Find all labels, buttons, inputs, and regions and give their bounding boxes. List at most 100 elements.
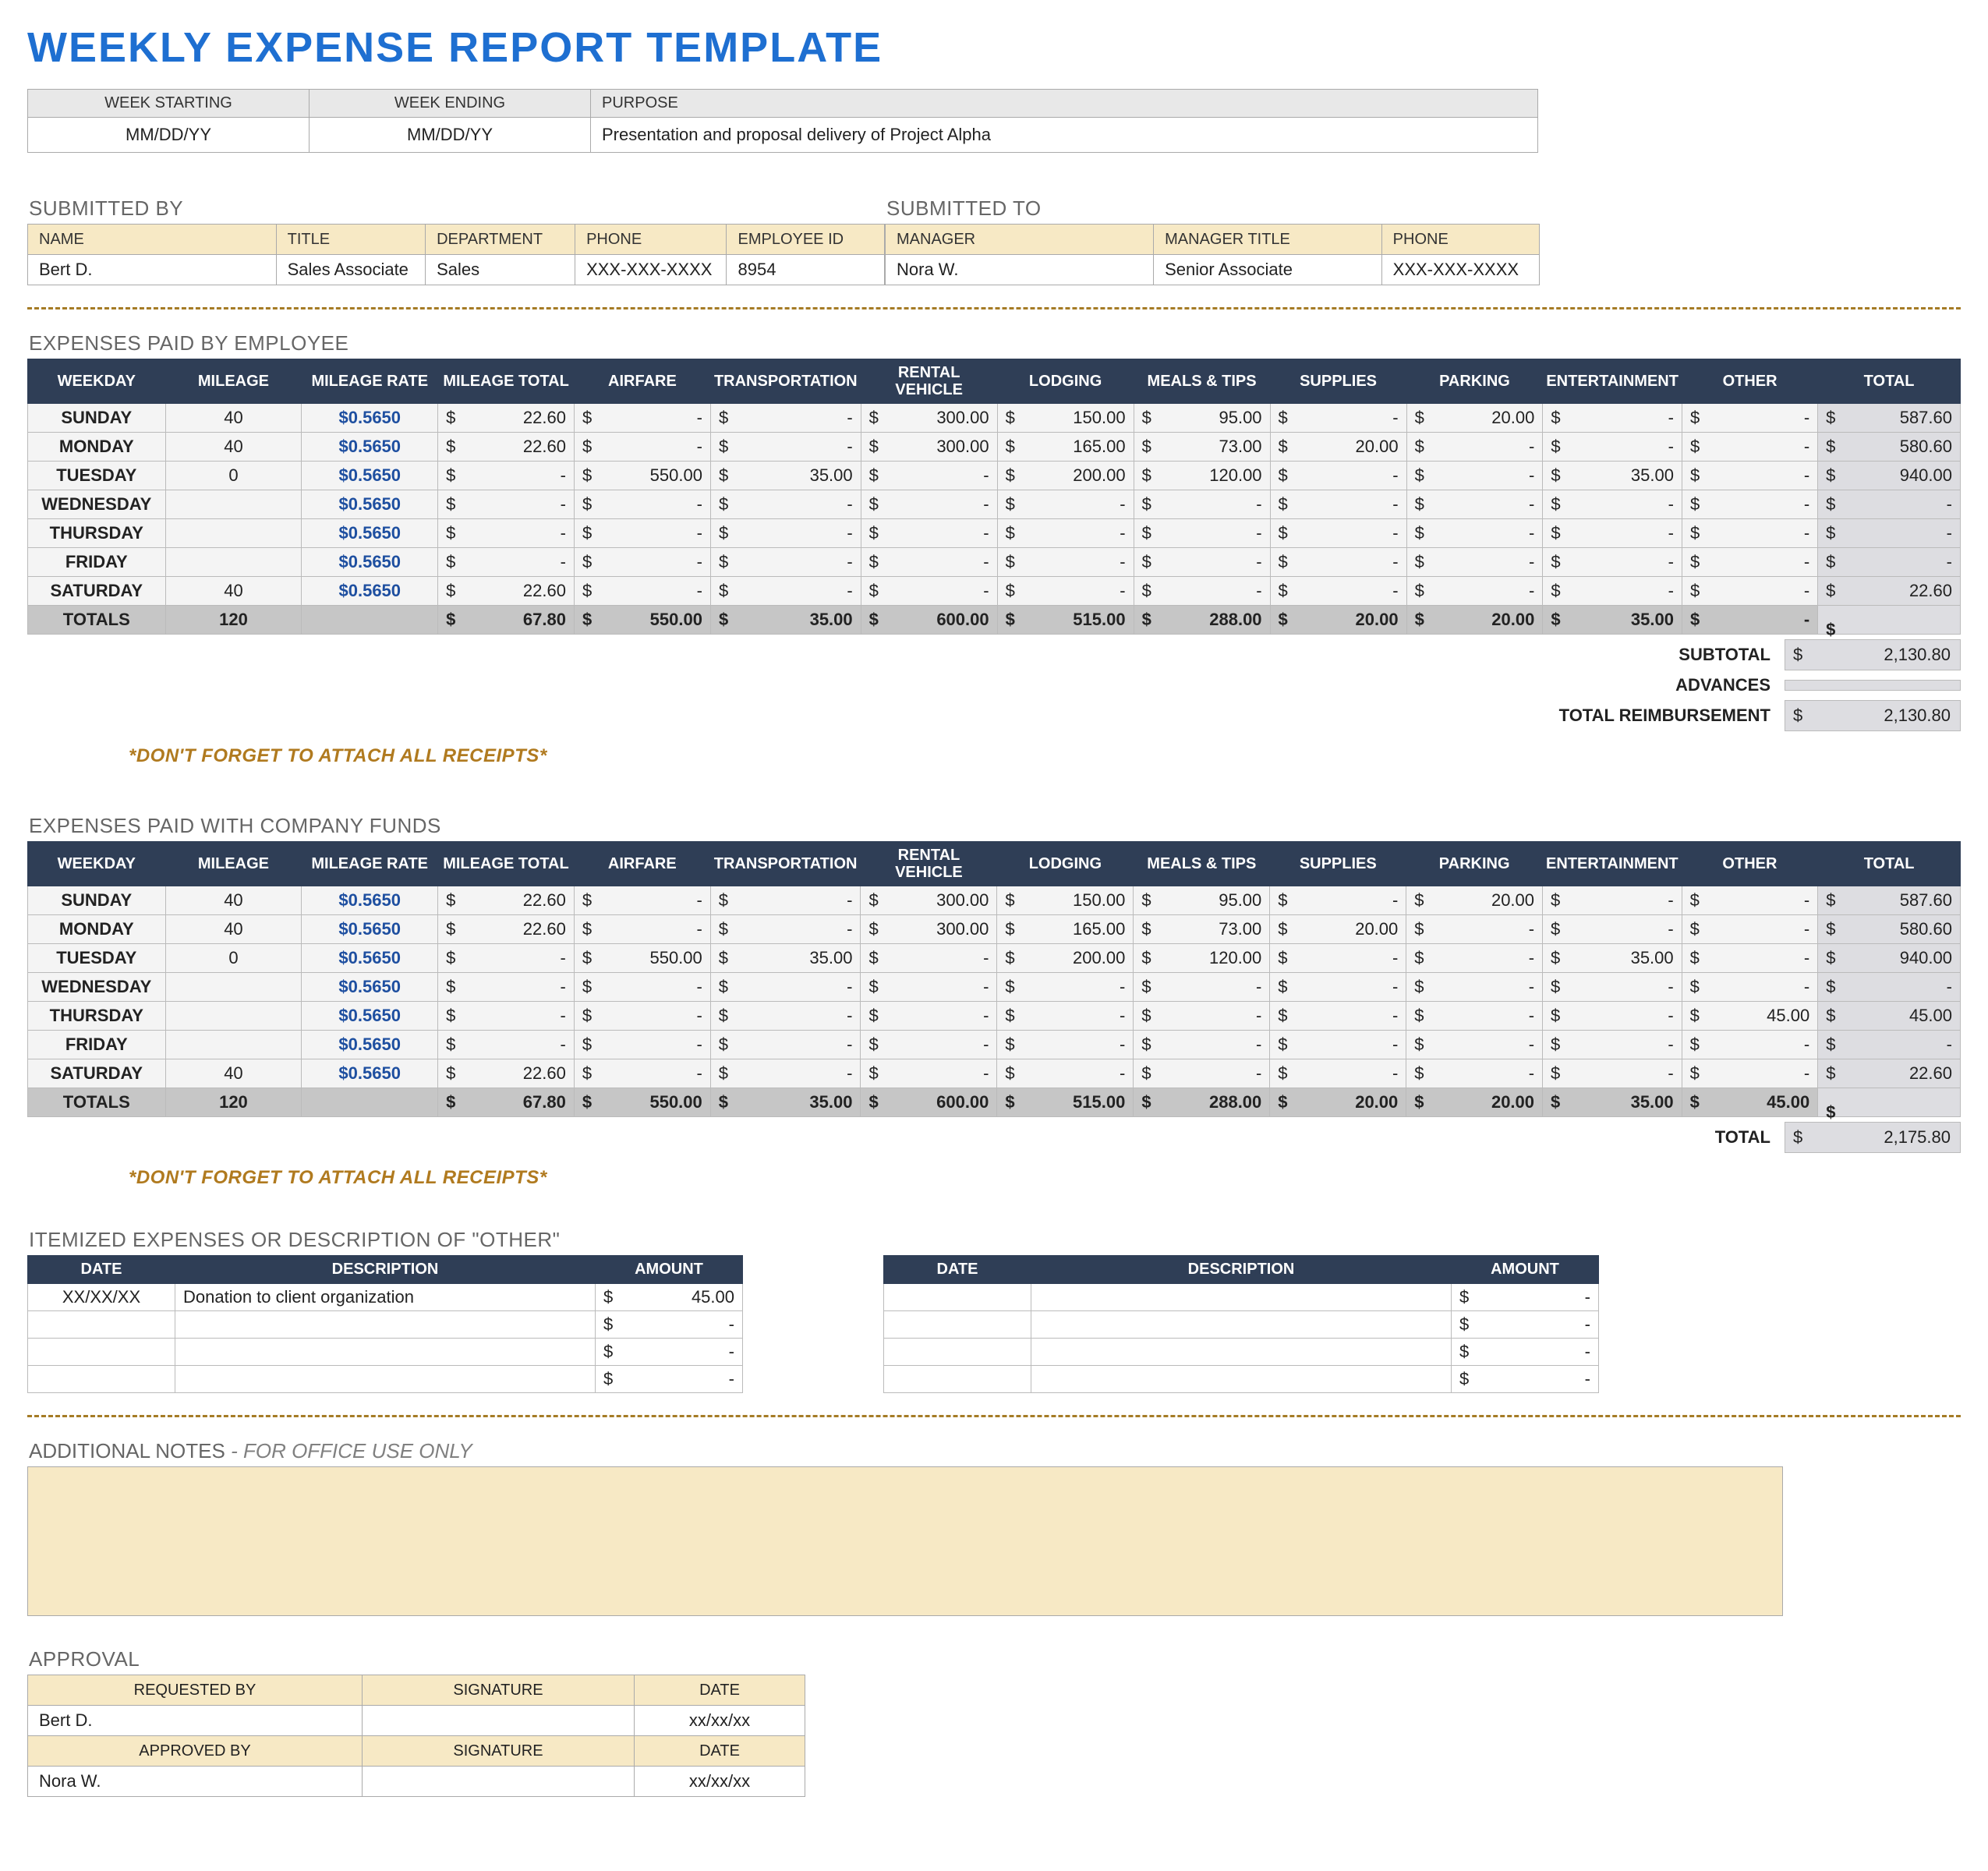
item-desc[interactable] xyxy=(1031,1339,1452,1366)
name-value[interactable]: Bert D. xyxy=(28,255,277,285)
sup-cell[interactable]: - xyxy=(1270,462,1406,490)
ent-cell[interactable]: 35.00 xyxy=(1543,944,1682,973)
trans-cell[interactable]: - xyxy=(710,548,861,577)
rent-cell[interactable]: - xyxy=(861,462,997,490)
week-ending-value[interactable]: MM/DD/YY xyxy=(310,118,591,153)
trans-cell[interactable]: - xyxy=(710,886,861,915)
ent-cell[interactable]: - xyxy=(1543,886,1682,915)
park-cell[interactable]: - xyxy=(1406,490,1543,519)
ent-cell[interactable]: - xyxy=(1543,433,1682,462)
mileage-cell[interactable] xyxy=(165,1031,302,1059)
park-cell[interactable]: 20.00 xyxy=(1406,404,1543,433)
item-desc[interactable] xyxy=(1031,1311,1452,1339)
item-desc[interactable] xyxy=(1031,1284,1452,1311)
meal-cell[interactable]: - xyxy=(1134,519,1270,548)
trans-cell[interactable]: - xyxy=(710,519,861,548)
requested-sig-value[interactable] xyxy=(363,1706,635,1736)
ent-cell[interactable]: - xyxy=(1543,548,1682,577)
meal-cell[interactable]: 95.00 xyxy=(1134,886,1270,915)
air-cell[interactable]: - xyxy=(574,577,710,606)
meal-cell[interactable]: - xyxy=(1134,973,1270,1002)
week-starting-value[interactable]: MM/DD/YY xyxy=(28,118,310,153)
empid-value[interactable]: 8954 xyxy=(727,255,885,285)
rent-cell[interactable]: - xyxy=(861,944,997,973)
meal-cell[interactable]: 73.00 xyxy=(1134,433,1270,462)
air-cell[interactable]: - xyxy=(574,886,710,915)
meal-cell[interactable]: - xyxy=(1134,577,1270,606)
manager-value[interactable]: Nora W. xyxy=(886,255,1154,285)
sup-cell[interactable]: - xyxy=(1270,490,1406,519)
rent-cell[interactable]: - xyxy=(861,1059,997,1088)
ent-cell[interactable]: - xyxy=(1543,1031,1682,1059)
trans-cell[interactable]: - xyxy=(710,1002,861,1031)
lodg-cell[interactable]: - xyxy=(997,1002,1134,1031)
sup-cell[interactable]: - xyxy=(1270,973,1406,1002)
trans-cell[interactable]: 35.00 xyxy=(710,462,861,490)
item-amount[interactable]: - xyxy=(596,1339,743,1366)
park-cell[interactable]: 20.00 xyxy=(1406,886,1543,915)
lodg-cell[interactable]: 150.00 xyxy=(997,404,1134,433)
item-desc[interactable]: Donation to client organization xyxy=(175,1284,596,1311)
air-cell[interactable]: - xyxy=(574,490,710,519)
ent-cell[interactable]: - xyxy=(1543,1002,1682,1031)
mileage-cell[interactable] xyxy=(165,519,302,548)
oth-cell[interactable]: - xyxy=(1682,490,1817,519)
rent-cell[interactable]: 300.00 xyxy=(861,404,997,433)
item-amount[interactable]: - xyxy=(1452,1284,1599,1311)
requested-date-value[interactable]: xx/xx/xx xyxy=(635,1706,805,1736)
air-cell[interactable]: 550.00 xyxy=(574,462,710,490)
mileage-cell[interactable]: 40 xyxy=(165,577,302,606)
item-date[interactable] xyxy=(884,1311,1031,1339)
air-cell[interactable]: - xyxy=(574,1002,710,1031)
ent-cell[interactable]: - xyxy=(1543,973,1682,1002)
lodg-cell[interactable]: - xyxy=(997,577,1134,606)
trans-cell[interactable]: - xyxy=(710,973,861,1002)
park-cell[interactable]: - xyxy=(1406,944,1543,973)
mileage-cell[interactable]: 0 xyxy=(165,944,302,973)
park-cell[interactable]: - xyxy=(1406,1002,1543,1031)
ent-cell[interactable]: - xyxy=(1543,577,1682,606)
oth-cell[interactable]: - xyxy=(1682,519,1817,548)
rent-cell[interactable]: - xyxy=(861,973,997,1002)
trans-cell[interactable]: 35.00 xyxy=(710,944,861,973)
trans-cell[interactable]: - xyxy=(710,490,861,519)
mgr-phone-value[interactable]: XXX-XXX-XXXX xyxy=(1381,255,1539,285)
sup-cell[interactable]: - xyxy=(1270,404,1406,433)
air-cell[interactable]: 550.00 xyxy=(574,944,710,973)
item-amount[interactable]: - xyxy=(596,1311,743,1339)
lodg-cell[interactable]: - xyxy=(997,1031,1134,1059)
lodg-cell[interactable]: 165.00 xyxy=(997,915,1134,944)
sup-cell[interactable]: - xyxy=(1270,1059,1406,1088)
oth-cell[interactable]: - xyxy=(1682,433,1817,462)
sup-cell[interactable]: - xyxy=(1270,1031,1406,1059)
mileage-cell[interactable] xyxy=(165,490,302,519)
air-cell[interactable]: - xyxy=(574,1059,710,1088)
sup-cell[interactable]: - xyxy=(1270,548,1406,577)
lodg-cell[interactable]: - xyxy=(997,519,1134,548)
sup-cell[interactable]: 20.00 xyxy=(1270,433,1406,462)
item-amount[interactable]: - xyxy=(596,1366,743,1393)
dept-value[interactable]: Sales xyxy=(426,255,575,285)
rent-cell[interactable]: - xyxy=(861,548,997,577)
rent-cell[interactable]: - xyxy=(861,519,997,548)
oth-cell[interactable]: - xyxy=(1682,548,1817,577)
lodg-cell[interactable]: - xyxy=(997,973,1134,1002)
mileage-cell[interactable] xyxy=(165,548,302,577)
park-cell[interactable]: - xyxy=(1406,433,1543,462)
rent-cell[interactable]: - xyxy=(861,1002,997,1031)
rent-cell[interactable]: - xyxy=(861,490,997,519)
item-amount[interactable]: - xyxy=(1452,1366,1599,1393)
oth-cell[interactable]: - xyxy=(1682,577,1817,606)
mileage-cell[interactable]: 40 xyxy=(165,886,302,915)
mgr-title-value[interactable]: Senior Associate xyxy=(1154,255,1382,285)
lodg-cell[interactable]: 150.00 xyxy=(997,886,1134,915)
item-amount[interactable]: - xyxy=(1452,1311,1599,1339)
air-cell[interactable]: - xyxy=(574,915,710,944)
item-desc[interactable] xyxy=(175,1339,596,1366)
park-cell[interactable]: - xyxy=(1406,1031,1543,1059)
meal-cell[interactable]: - xyxy=(1134,1002,1270,1031)
mileage-cell[interactable]: 40 xyxy=(165,915,302,944)
park-cell[interactable]: - xyxy=(1406,462,1543,490)
item-date[interactable] xyxy=(28,1339,175,1366)
meal-cell[interactable]: - xyxy=(1134,1059,1270,1088)
